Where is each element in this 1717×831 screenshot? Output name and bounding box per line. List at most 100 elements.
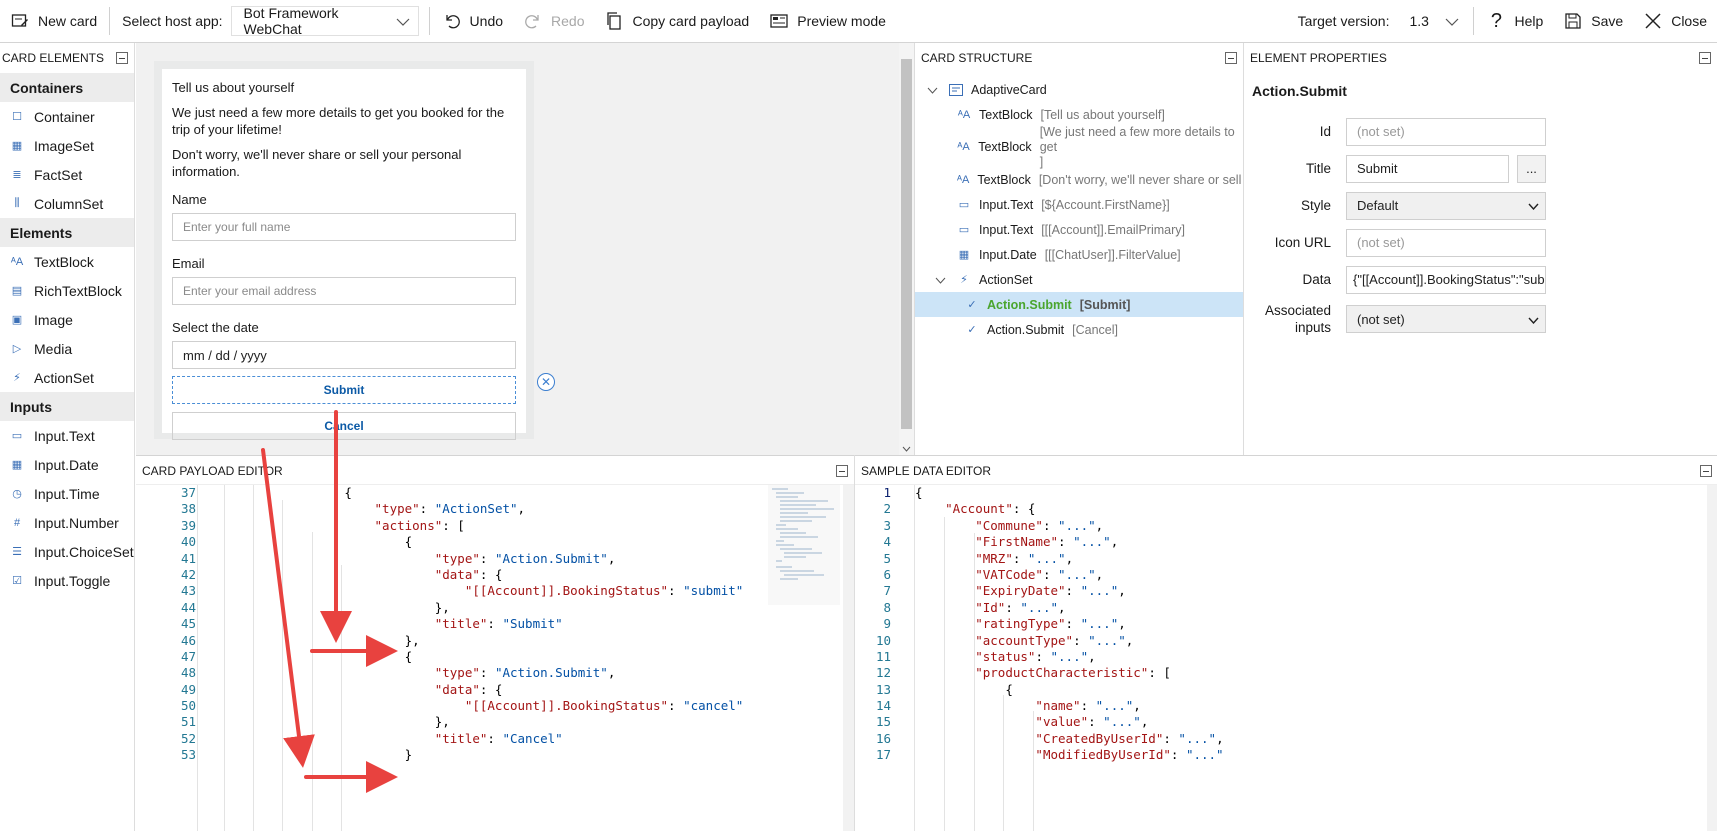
palette-item-input-toggle[interactable]: ☑ Input.Toggle [0, 566, 134, 595]
redo-button[interactable]: Redo [513, 0, 594, 43]
code-string: "..." [1185, 747, 1224, 763]
card-intro-text[interactable]: We just need a few more details to get y… [172, 104, 516, 138]
tree-node-textblock[interactable]: ᴬA TextBlock [We just need a few more deta… [915, 125, 1243, 169]
code-punctuation: : [487, 730, 503, 746]
redo-label: Redo [551, 13, 585, 29]
palette-item-imageset[interactable]: ▦ ImageSet [0, 131, 134, 160]
palette-item-input-number[interactable]: # Input.Number [0, 508, 134, 537]
palette-item-image[interactable]: ▣ Image [0, 305, 134, 334]
target-version-select[interactable]: 1.3 [1397, 6, 1468, 36]
save-button[interactable]: Save [1553, 0, 1633, 43]
media-icon: ▷ [12, 343, 22, 355]
copy-card-payload-button[interactable]: Copy card payload [594, 0, 759, 43]
code-key: "actions" [374, 517, 443, 533]
palette-item-columnset[interactable]: ⫼ ColumnSet [0, 189, 134, 218]
data-field[interactable]: {"[[Account]].BookingStatus":"sub [1346, 265, 1546, 294]
tree-node-action-submit[interactable]: ✓ Action.Submit [Submit] [915, 292, 1243, 317]
editor-scrollbar[interactable] [843, 485, 854, 831]
code-punctuation: { [344, 485, 352, 500]
code-area[interactable]: { "type": "ActionSet", "actions": [ { "t… [224, 485, 743, 764]
code-punctuation: : [1080, 698, 1096, 714]
tree-node-actionset[interactable]: ⚡ ActionSet [915, 267, 1243, 292]
name-input[interactable]: Enter your full name [172, 213, 516, 241]
palette-category-inputs: Inputs [0, 392, 134, 421]
code-line: "Account": { [915, 501, 1224, 517]
code-area[interactable]: { "Account": { "Commune": "...", "FirstN… [915, 485, 1224, 764]
submit-action-button[interactable]: Submit [172, 376, 516, 404]
prop-row-data: Data {"[[Account]].BookingStatus":"sub [1244, 261, 1717, 298]
adaptive-card-preview[interactable]: Tell us about yourself We just need a fe… [162, 69, 526, 440]
card-payload-editor: CARD PAYLOAD EDITOR 37 38 39 40 41 42 43 44 45 46… [136, 455, 854, 831]
associated-inputs-select[interactable]: (not set) [1346, 305, 1546, 333]
chevron-down-icon[interactable] [935, 273, 949, 287]
code-punctuation: }, [434, 714, 450, 730]
card-elements-header: CARD ELEMENTS [0, 43, 134, 73]
cancel-action-button[interactable]: Cancel [172, 412, 516, 440]
code-punctuation: : [668, 698, 684, 714]
redo-icon [523, 11, 543, 31]
scroll-down-icon[interactable] [902, 446, 911, 452]
code-key: "ExpiryDate" [975, 583, 1066, 599]
email-input[interactable]: Enter your email address [172, 277, 516, 305]
code-minimap[interactable] [768, 485, 840, 605]
line-number: 9 [883, 616, 891, 632]
tree-node-textblock[interactable]: ᴬA TextBlock [Don't worry, we'll never sha… [915, 167, 1243, 192]
style-select[interactable]: Default [1346, 191, 1546, 220]
palette-item-media[interactable]: ▷ Media [0, 334, 134, 363]
title-field[interactable]: Submit [1346, 154, 1509, 183]
tree-node-action-submit[interactable]: ✓ Action.Submit [Cancel] [915, 317, 1243, 342]
calendar-icon: ▦ [958, 249, 970, 261]
tree-node-input-text[interactable]: ▭ Input.Text [[[Account]].EmailPrimary] [915, 217, 1243, 242]
code-string: "..." [1050, 648, 1089, 664]
icon-url-field[interactable]: (not set) [1346, 228, 1546, 257]
associated-inputs-value: (not set) [1357, 311, 1405, 327]
palette-item-input-choiceset[interactable]: ☰ Input.ChoiceSet [0, 537, 134, 566]
palette-item-textblock[interactable]: ᴬA TextBlock [0, 247, 134, 276]
new-card-button[interactable]: New card [0, 0, 107, 43]
help-button[interactable]: ? Help [1476, 0, 1553, 43]
delete-element-icon[interactable]: ✕ [537, 373, 555, 391]
id-field[interactable]: (not set) [1346, 117, 1546, 146]
tree-node-input-date[interactable]: ▦ Input.Date [[[ChatUser]].FilterValue] [915, 242, 1243, 267]
line-number: 50 [180, 698, 196, 714]
palette-item-factset[interactable]: ≣ FactSet [0, 160, 134, 189]
palette-item-richtextblock[interactable]: ▤ RichTextBlock [0, 276, 134, 305]
palette-item-input-text[interactable]: ▭ Input.Text [0, 421, 134, 450]
preview-icon [769, 11, 789, 31]
collapse-icon[interactable] [1225, 52, 1237, 64]
host-app-select[interactable]: Bot Framework WebChat [230, 5, 419, 37]
chevron-down-icon[interactable] [927, 83, 941, 97]
scrollbar-thumb[interactable] [901, 59, 912, 429]
card-heading[interactable]: Tell us about yourself [172, 79, 516, 96]
collapse-icon[interactable] [836, 465, 848, 477]
tree-node-input-text[interactable]: ▭ Input.Text [${Account.FirstName}] [915, 192, 1243, 217]
close-button[interactable]: Close [1633, 0, 1717, 43]
code-line: { [224, 485, 743, 501]
code-punctuation: , [517, 501, 526, 517]
target-version-label: Target version: [1297, 13, 1390, 29]
undo-button[interactable]: Undo [432, 0, 513, 43]
palette-item-label: TextBlock [34, 253, 94, 270]
card-privacy-text[interactable]: Don't worry, we'll never share or sell y… [172, 146, 516, 180]
tree-node-adaptivecard[interactable]: AdaptiveCard [915, 77, 1243, 102]
line-number: 48 [180, 665, 196, 681]
preview-mode-button[interactable]: Preview mode [759, 0, 896, 43]
palette-item-input-date[interactable]: ▦ Input.Date [0, 450, 134, 479]
canvas-scrollbar[interactable] [899, 43, 914, 455]
code-key: "value" [1035, 714, 1089, 730]
date-input[interactable]: mm / dd / yyyy [172, 341, 516, 369]
code-punctuation: : [1058, 534, 1074, 550]
tree-node-description-continuation: ] [1039, 155, 1044, 169]
collapse-icon[interactable] [116, 52, 128, 64]
collapse-icon[interactable] [1699, 52, 1711, 64]
title-more-button[interactable]: ... [1517, 154, 1546, 183]
collapse-icon[interactable] [1700, 465, 1712, 477]
palette-item-container[interactable]: ☐ Container [0, 102, 134, 131]
palette-item-input-time[interactable]: ◷ Input.Time [0, 479, 134, 508]
code-punctuation: , [1125, 632, 1134, 648]
editor-scrollbar[interactable] [1707, 485, 1717, 831]
code-string: "..." [1178, 730, 1217, 746]
palette-item-actionset[interactable]: ⚡ ActionSet [0, 363, 134, 392]
prop-row-icon-url: Icon URL (not set) [1244, 224, 1717, 261]
tree-node-textblock[interactable]: ᴬA TextBlock [Tell us about yourself] [915, 102, 1243, 127]
